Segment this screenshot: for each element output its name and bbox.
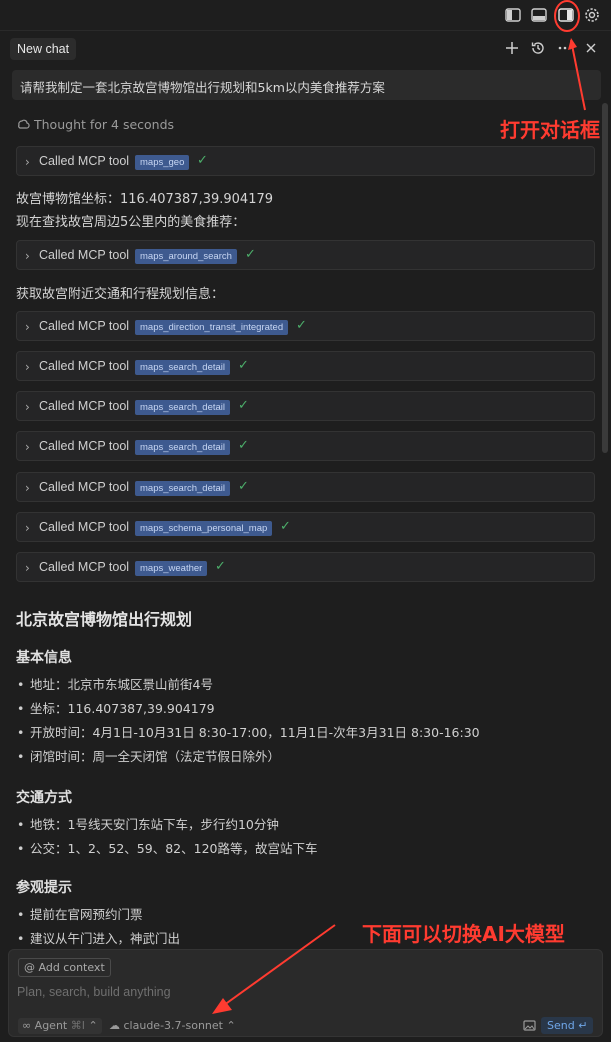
chevron-right-icon: › [25, 481, 30, 495]
tool-name-chip: maps_around_search [135, 249, 237, 264]
tool-label: Called MCP tool [39, 480, 130, 494]
list-item: 地址：北京市东城区景山前街4号 [16, 676, 480, 700]
enter-icon: ↵ [578, 1019, 588, 1032]
infinity-icon: ∞ [22, 1019, 35, 1032]
basic-info-list: 地址：北京市东城区景山前街4号 坐标：116.407387,39.904179 … [16, 676, 480, 772]
scrollbar[interactable] [602, 103, 608, 453]
tool-name-chip: maps_direction_transit_integrated [135, 320, 289, 335]
add-context-label: Add context [38, 961, 105, 974]
assistant-text: 现在查找故宫周边5公里内的美食推荐： [16, 215, 246, 230]
transport-list: 地铁：1号线天安门东站下车，步行约10分钟 公交：1、2、52、59、82、12… [16, 816, 317, 864]
mcp-tool-call[interactable]: › Called MCP tool maps_geo ✓ [16, 146, 595, 176]
model-label: claude-3.7-sonnet [123, 1019, 223, 1032]
list-item: 闭馆时间：周一全天闭馆（法定节假日除外） [16, 748, 480, 772]
chevron-right-icon: › [25, 155, 30, 169]
user-message-text: 请帮我制定一套北京故宫博物馆出行规划和5km以内美食推荐方案 [20, 80, 385, 95]
send-label: Send [547, 1019, 575, 1032]
image-icon[interactable] [523, 1019, 536, 1032]
check-icon: ✓ [238, 479, 249, 494]
mcp-tool-call[interactable]: › Called MCP tool maps_around_search ✓ [16, 240, 595, 270]
mcp-tool-call[interactable]: › Called MCP tool maps_search_detail ✓ [16, 472, 595, 502]
list-item: 公交：1、2、52、59、82、120路等，故宫站下车 [16, 840, 317, 864]
section-heading-transport: 交通方式 [16, 790, 72, 806]
assistant-text: 故宫博物馆坐标：116.407387,39.904179 [16, 192, 274, 207]
list-item: 地铁：1号线天安门东站下车，步行约10分钟 [16, 816, 317, 840]
composer-input[interactable]: Plan, search, build anything [17, 985, 171, 999]
check-icon: ✓ [245, 247, 256, 262]
tool-label: Called MCP tool [39, 248, 130, 262]
plan-title: 北京故宫博物馆出行规划 [16, 610, 193, 629]
chevron-right-icon: › [25, 249, 30, 263]
chevron-right-icon: › [25, 400, 30, 414]
tool-label: Called MCP tool [39, 399, 130, 413]
tips-list: 提前在官网预约门票 建议从午门进入，神武门出 [16, 906, 180, 954]
tool-label: Called MCP tool [39, 359, 130, 373]
model-select[interactable]: ☁ claude-3.7-sonnet ⌃ [109, 1018, 236, 1034]
user-message[interactable]: 请帮我制定一套北京故宫博物馆出行规划和5km以内美食推荐方案 [12, 70, 601, 100]
chevron-right-icon: › [25, 561, 30, 575]
tool-name-chip: maps_geo [135, 155, 190, 170]
mcp-tool-call[interactable]: › Called MCP tool maps_schema_personal_map… [16, 512, 595, 542]
section-heading-basic: 基本信息 [16, 650, 72, 666]
thought-indicator[interactable]: Thought for 4 seconds [16, 117, 174, 132]
list-item: 提前在官网预约门票 [16, 906, 180, 930]
agent-shortcut: ⌘I [70, 1019, 85, 1032]
assistant-text: 获取故宫附近交通和行程规划信息： [16, 287, 225, 302]
model-icon: ☁ [109, 1019, 124, 1032]
agent-label: Agent [34, 1019, 68, 1032]
agent-mode-select[interactable]: ∞ Agent ⌘I ⌃ [18, 1018, 102, 1034]
at-icon: @ [24, 961, 39, 974]
annotation-top: 打开对话框 [500, 118, 600, 142]
check-icon: ✓ [197, 153, 208, 168]
tool-name-chip: maps_search_detail [135, 360, 231, 375]
tool-name-chip: maps_search_detail [135, 440, 231, 455]
brain-icon [18, 119, 30, 129]
window-toolbar [0, 0, 611, 31]
tab-new-chat[interactable]: New chat [10, 38, 77, 60]
tool-label: Called MCP tool [39, 520, 130, 534]
tool-name-chip: maps_search_detail [135, 400, 231, 415]
tool-label: Called MCP tool [39, 154, 130, 168]
chevron-right-icon: › [25, 521, 30, 535]
add-context-button[interactable]: @ Add context [18, 958, 111, 977]
tool-name-chip: maps_search_detail [135, 481, 231, 496]
check-icon: ✓ [215, 559, 226, 574]
list-item: 坐标：116.407387,39.904179 [16, 700, 480, 724]
plus-icon[interactable] [504, 40, 520, 56]
layout-panel-bottom-icon[interactable] [530, 6, 548, 24]
tool-name-chip: maps_schema_personal_map [135, 521, 273, 536]
mcp-tool-call[interactable]: › Called MCP tool maps_search_detail ✓ [16, 431, 595, 461]
check-icon: ✓ [280, 519, 291, 534]
annotation-arrow-top [568, 38, 586, 111]
chevron-right-icon: › [25, 320, 30, 334]
history-icon[interactable] [530, 40, 546, 56]
tool-label: Called MCP tool [39, 439, 130, 453]
check-icon: ✓ [238, 398, 249, 413]
thought-text: Thought for 4 seconds [34, 117, 175, 132]
chevron-up-icon: ⌃ [88, 1019, 98, 1032]
check-icon: ✓ [296, 318, 307, 333]
annotation-arrow-bottom [212, 924, 336, 1014]
chevron-up-icon: ⌃ [226, 1019, 236, 1032]
list-item: 开放时间：4月1日-10月31日 8:30-17:00，11月1日-次年3月31… [16, 724, 480, 748]
mcp-tool-call[interactable]: › Called MCP tool maps_search_detail ✓ [16, 351, 595, 381]
check-icon: ✓ [238, 358, 249, 373]
chevron-right-icon: › [25, 440, 30, 454]
tool-name-chip: maps_weather [135, 561, 208, 576]
chevron-right-icon: › [25, 360, 30, 374]
mcp-tool-call[interactable]: › Called MCP tool maps_search_detail ✓ [16, 391, 595, 421]
layout-sidebar-left-icon[interactable] [504, 6, 522, 24]
tool-label: Called MCP tool [39, 319, 130, 333]
send-button[interactable]: Send ↵ [541, 1017, 594, 1034]
mcp-tool-call[interactable]: › Called MCP tool maps_direction_transit_i… [16, 311, 595, 341]
section-heading-tips: 参观提示 [16, 880, 72, 896]
tool-label: Called MCP tool [39, 560, 130, 574]
annotation-bottom: 下面可以切换AI大模型 [362, 922, 565, 946]
check-icon: ✓ [238, 438, 249, 453]
chat-tab-row: New chat [0, 31, 611, 65]
mcp-tool-call[interactable]: › Called MCP tool maps_weather ✓ [16, 552, 595, 582]
